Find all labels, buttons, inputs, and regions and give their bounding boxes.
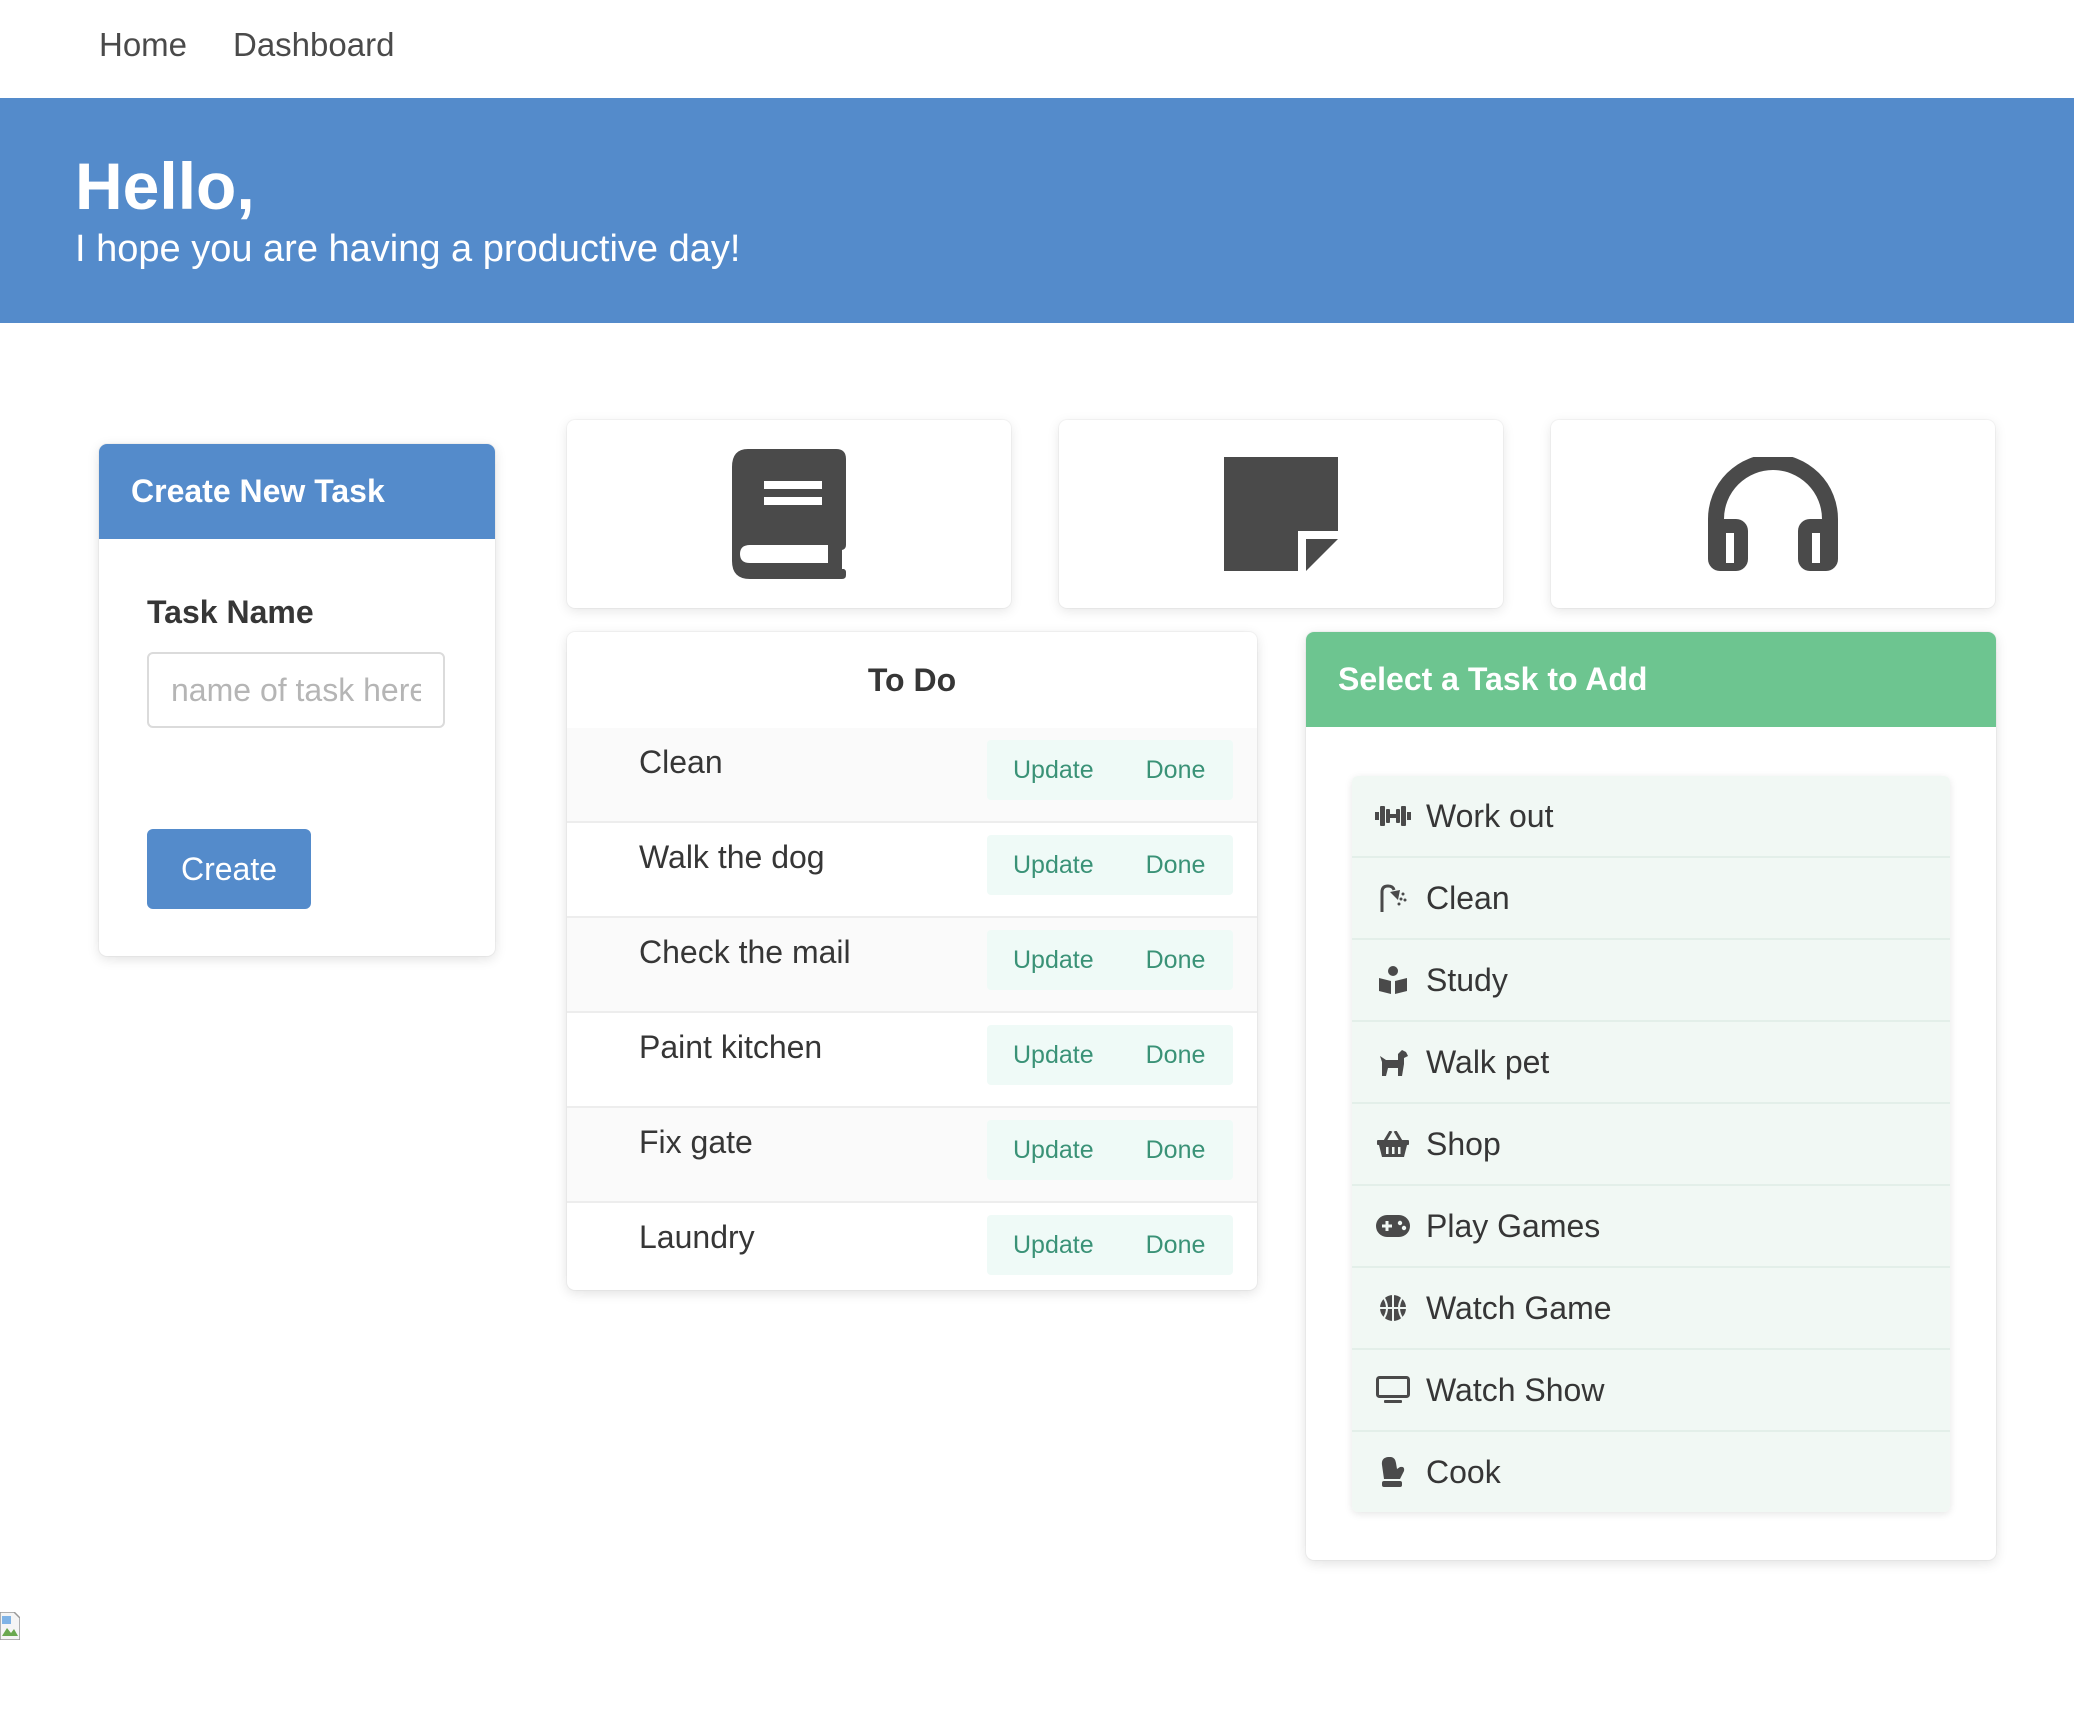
- done-button[interactable]: Done: [1146, 946, 1206, 975]
- todo-row: Fix gate Update Done: [567, 1108, 1257, 1203]
- todo-actions: Update Done: [987, 835, 1233, 895]
- todo-row: Check the mail Update Done: [567, 918, 1257, 1013]
- nav-dashboard-link[interactable]: Dashboard: [233, 26, 394, 64]
- hero-banner: Hello, I hope you are having a productiv…: [0, 98, 2074, 323]
- done-button[interactable]: Done: [1146, 756, 1206, 785]
- book-icon: [732, 449, 846, 579]
- todo-list: Clean Update Done Walk the dog Update Do…: [567, 728, 1257, 1290]
- dog-icon: [1374, 1043, 1412, 1081]
- select-item-label: Watch Show: [1426, 1371, 1605, 1408]
- todo-actions: Update Done: [987, 740, 1233, 800]
- todo-row: Paint kitchen Update Done: [567, 1013, 1257, 1108]
- select-item-label: Shop: [1426, 1125, 1501, 1162]
- todo-actions: Update Done: [987, 1120, 1233, 1180]
- done-button[interactable]: Done: [1146, 1231, 1206, 1260]
- select-item-watch-show[interactable]: Watch Show: [1352, 1350, 1950, 1432]
- create-task-card: Create New Task Task Name Create: [99, 444, 495, 956]
- select-task-header: Select a Task to Add: [1306, 632, 1996, 727]
- update-button[interactable]: Update: [1013, 756, 1094, 785]
- select-item-cook[interactable]: Cook: [1352, 1432, 1950, 1512]
- hero-subtitle: I hope you are having a productive day!: [75, 228, 741, 270]
- select-item-work-out[interactable]: Work out: [1352, 776, 1950, 858]
- shopping-basket-icon: [1374, 1125, 1412, 1163]
- dumbbell-icon: [1374, 797, 1412, 835]
- broken-image-icon: [0, 1612, 20, 1640]
- done-button[interactable]: Done: [1146, 1041, 1206, 1070]
- todo-item-name: Laundry: [639, 1219, 755, 1255]
- todo-item-name: Clean: [639, 744, 723, 780]
- update-button[interactable]: Update: [1013, 1041, 1094, 1070]
- select-item-label: Cook: [1426, 1453, 1501, 1490]
- tile-headphones[interactable]: [1551, 420, 1995, 608]
- select-item-study[interactable]: Study: [1352, 940, 1950, 1022]
- select-item-clean[interactable]: Clean: [1352, 858, 1950, 940]
- select-task-list: Work out Clean Study Walk pet Shop Play …: [1352, 776, 1950, 1512]
- tile-sticky-note[interactable]: [1059, 420, 1503, 608]
- select-task-card: Select a Task to Add Work out Clean Stud…: [1306, 632, 1996, 1560]
- update-button[interactable]: Update: [1013, 946, 1094, 975]
- select-item-play-games[interactable]: Play Games: [1352, 1186, 1950, 1268]
- task-name-input[interactable]: [147, 652, 445, 728]
- select-item-label: Walk pet: [1426, 1043, 1550, 1080]
- select-item-walk-pet[interactable]: Walk pet: [1352, 1022, 1950, 1104]
- select-item-label: Study: [1426, 961, 1508, 998]
- update-button[interactable]: Update: [1013, 1136, 1094, 1165]
- select-item-label: Work out: [1426, 797, 1554, 834]
- todo-title: To Do: [867, 661, 957, 698]
- select-item-label: Clean: [1426, 879, 1510, 916]
- done-button[interactable]: Done: [1146, 851, 1206, 880]
- select-item-shop[interactable]: Shop: [1352, 1104, 1950, 1186]
- todo-actions: Update Done: [987, 930, 1233, 990]
- todo-actions: Update Done: [987, 1025, 1233, 1085]
- select-item-label: Play Games: [1426, 1207, 1601, 1244]
- tv-icon: [1374, 1371, 1412, 1409]
- create-task-header: Create New Task: [99, 444, 495, 539]
- todo-row: Clean Update Done: [567, 728, 1257, 823]
- mitten-icon: [1374, 1453, 1412, 1491]
- create-button[interactable]: Create: [147, 829, 311, 909]
- sticky-note-icon: [1224, 457, 1338, 571]
- todo-actions: Update Done: [987, 1215, 1233, 1275]
- update-button[interactable]: Update: [1013, 851, 1094, 880]
- todo-item-name: Fix gate: [639, 1124, 753, 1160]
- book-reader-icon: [1374, 961, 1412, 999]
- todo-item-name: Paint kitchen: [639, 1029, 823, 1065]
- shower-icon: [1374, 879, 1412, 917]
- todo-row: Laundry Update Done: [567, 1203, 1257, 1290]
- select-item-label: Watch Game: [1426, 1289, 1612, 1326]
- hero-title: Hello,: [75, 149, 255, 223]
- nav-home-link[interactable]: Home: [99, 26, 187, 64]
- todo-row: Walk the dog Update Done: [567, 823, 1257, 918]
- select-item-watch-game[interactable]: Watch Game: [1352, 1268, 1950, 1350]
- task-name-label: Task Name: [147, 594, 314, 630]
- tile-book[interactable]: [567, 420, 1011, 608]
- top-navbar: Home Dashboard: [0, 0, 2074, 98]
- done-button[interactable]: Done: [1146, 1136, 1206, 1165]
- update-button[interactable]: Update: [1013, 1231, 1094, 1260]
- todo-item-name: Check the mail: [639, 934, 851, 970]
- basketball-icon: [1374, 1289, 1412, 1327]
- todo-card: To Do Clean Update Done Walk the dog Upd…: [567, 632, 1257, 1290]
- headphones-icon: [1708, 457, 1838, 571]
- gamepad-icon: [1374, 1207, 1412, 1245]
- todo-item-name: Walk the dog: [639, 839, 825, 875]
